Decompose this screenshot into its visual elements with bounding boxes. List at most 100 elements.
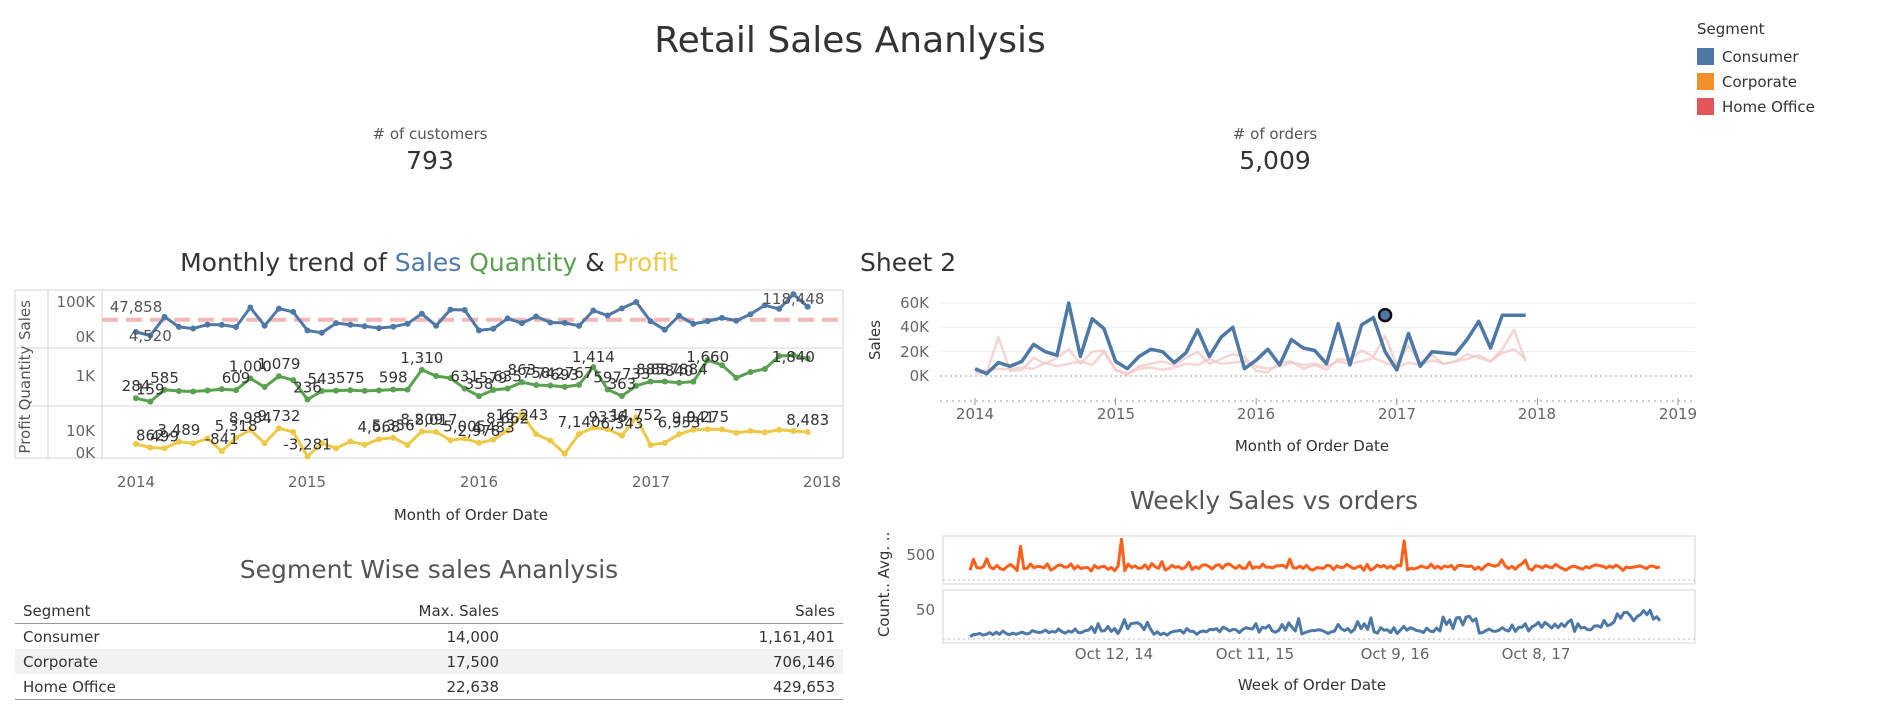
monthly-profit-point [404,442,411,448]
monthly-sales-point [175,323,182,330]
monthly-profit-data-label: 3,489 [157,421,200,439]
table-cell-max-sales: 14,000 [446,627,500,646]
monthly-quantity-data-label: 1,660 [686,348,729,366]
legend-title: Segment [1697,20,1765,38]
legend-swatch-consumer [1697,48,1714,65]
monthly-quantity-data-label: 1,079 [257,355,300,373]
monthly-sales-point [533,313,540,320]
monthly-profit-point [618,432,625,439]
segment-legend[interactable]: Segment Consumer Corporate Home Office [1697,20,1815,119]
monthly-sales-point [204,321,211,328]
monthly-profit-data-label: -3,281 [283,435,331,453]
monthly-ytick-sales-0k: 0K [76,328,97,346]
monthly-quantity-point [147,398,154,405]
table-row[interactable]: Consumer 14,000 1,161,401 [15,624,843,650]
monthly-quantity-point [361,387,368,394]
monthly-profit-point [547,437,554,444]
monthly-profit-point [718,426,725,433]
table-header-row: Segment Max. Sales Sales [15,598,843,624]
segment-table-title: Segment Wise sales Ananlysis [239,555,619,584]
monthly-sales-point [676,312,683,319]
monthly-profit-point [218,448,225,455]
monthly-profit-point [476,439,482,446]
monthly-profit-point [347,438,354,445]
monthly-sales-point [404,320,411,327]
monthly-sales-point [661,326,668,333]
weekly-panel-frame [942,589,1696,644]
weekly-title: Weekly Sales vs orders [1129,486,1419,515]
monthly-xtick-2018: 2018 [803,473,841,491]
sheet2-xtick-2017: 2017 [1378,405,1416,423]
weekly-xtick: Oct 11, 15 [1216,645,1294,663]
monthly-profit-point [661,439,668,446]
monthly-quantity-point [747,369,754,376]
monthly-ylabel-profit: Profit [16,414,34,453]
table-header-segment[interactable]: Segment [15,598,271,624]
legend-item-consumer[interactable]: Consumer [1697,44,1815,69]
legend-swatch-corporate [1697,73,1714,90]
monthly-sales-point [461,306,468,313]
monthly-sales-point [304,327,311,334]
monthly-quantity-data-label: 1,310 [400,349,443,367]
table-row[interactable]: Home Office 22,638 429,653 [15,674,843,700]
table-header-sales[interactable]: Sales [507,598,843,624]
sheet2-xtick-2014: 2014 [956,405,994,423]
monthly-trend-chart[interactable]: 47,8584,520118,448284159585 6091,0001,079… [0,0,850,530]
legend-label-consumer: Consumer [1722,47,1799,66]
monthly-profit-point [375,436,382,443]
monthly-sales-point [690,320,697,327]
monthly-profit-data-label: 9,275 [686,408,729,426]
legend-item-home-office[interactable]: Home Office [1697,94,1815,119]
monthly-ylabel-sales: Sales [16,300,34,340]
monthly-sales-point [233,324,240,331]
monthly-profit-point [275,425,282,432]
weekly-chart[interactable]: Avg. .. Count.. 500 50 Oct 12, 14 Oct 11… [860,520,1710,700]
monthly-sales-point [218,321,225,328]
monthly-quantity-point [375,387,382,394]
legend-item-corporate[interactable]: Corporate [1697,69,1815,94]
kpi-orders-label: # of orders [1232,125,1318,143]
weekly-count-line [969,608,1662,638]
monthly-sales-point [518,320,525,327]
kpi-orders-value: 5,009 [1239,146,1311,175]
segment-table: Segment Max. Sales Sales Consumer 14,000… [15,598,843,700]
monthly-sales-point [347,321,354,328]
monthly-ytick-profit-10k: 10K [66,422,96,440]
monthly-profit-point [418,428,425,435]
monthly-sales-point [733,317,740,324]
monthly-quantity-point [175,388,182,395]
monthly-profit-point [761,429,768,436]
monthly-profit-point [290,428,297,435]
monthly-profit-point [433,428,440,435]
monthly-profit-point [147,444,154,451]
monthly-profit-point [776,426,783,433]
monthly-sales-point [447,306,454,313]
monthly-ytick-quantity-1k: 1K [76,367,97,385]
monthly-sales-point [604,312,611,319]
monthly-quantity-point [304,396,311,403]
monthly-xtick-2016: 2016 [460,473,498,491]
sheet2-chart[interactable]: Sales 60K 40K 20K 0K 2014 2015 2016 2017… [860,285,1710,465]
table-header-max-sales[interactable]: Max. Sales [271,598,507,624]
monthly-quantity-data-label: 1,414 [572,348,615,366]
monthly-quantity-point [561,383,568,390]
weekly-xlabel: Week of Order Date [1238,676,1386,694]
monthly-ytick-sales-100k: 100K [57,293,97,311]
monthly-xtick-2015: 2015 [288,473,326,491]
sheet2-ytick-40k: 40K [900,318,930,336]
table-row[interactable]: Corporate 17,500 706,146 [15,649,843,674]
weekly-xtick: Oct 12, 14 [1075,645,1153,663]
legend-label-home-office: Home Office [1722,97,1815,116]
monthly-quantity-point [204,387,211,394]
monthly-sales-point [633,298,640,305]
table-cell-max-sales: 17,500 [271,649,507,674]
monthly-profit-point [561,450,568,457]
monthly-quantity-point [275,373,282,380]
sheet2-ytick-0k: 0K [910,367,931,385]
monthly-quantity-data-label: 598 [379,368,408,386]
monthly-quantity-point [233,387,240,394]
monthly-sales-data-label: 4,520 [129,327,172,345]
monthly-quantity-point [333,387,340,394]
monthly-quantity-point [190,388,197,395]
sheet2-xtick-2018: 2018 [1518,405,1556,423]
